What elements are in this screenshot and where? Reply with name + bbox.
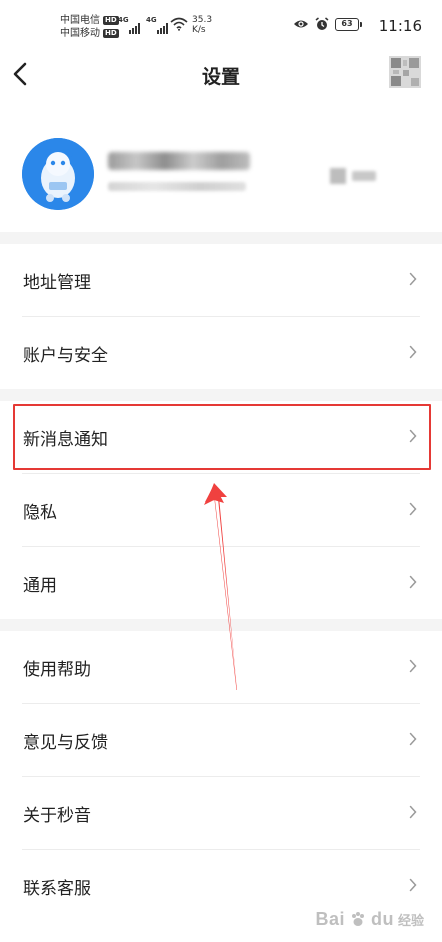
menu-item-help[interactable]: 使用帮助 <box>0 631 442 703</box>
page-title: 设置 <box>201 66 240 88</box>
network-type-1: 4G <box>118 16 129 24</box>
chevron-right-icon <box>409 732 417 746</box>
menu-item-label: 账户与安全 <box>23 346 108 366</box>
menu-item-label: 隐私 <box>23 503 57 523</box>
wifi-icon <box>170 17 188 31</box>
menu-item-label: 通用 <box>23 576 57 596</box>
alarm-icon <box>315 17 329 30</box>
menu-item-address[interactable]: 地址管理 <box>0 244 442 316</box>
section-divider <box>0 619 442 631</box>
menu-item-label: 使用帮助 <box>23 660 91 680</box>
system-icons: 63 <box>293 17 362 31</box>
edit-icon <box>330 168 346 184</box>
battery-level: 63 <box>335 17 359 31</box>
menu-item-about[interactable]: 关于秒音 <box>0 777 442 849</box>
paw-icon <box>351 911 364 926</box>
carrier-info: 中国电信 HD 中国移动 HD <box>60 14 119 40</box>
chevron-right-icon <box>409 659 417 673</box>
watermark-brand: Bai <box>315 909 345 929</box>
menu-item-label: 关于秒音 <box>23 806 91 826</box>
hd-badge: HD <box>103 29 119 38</box>
watermark-brand-suffix: du <box>370 909 394 929</box>
nav-bar: 设置 <box>0 52 442 98</box>
menu-item-label: 地址管理 <box>23 273 91 293</box>
battery-icon: 63 <box>335 17 362 31</box>
signal-icon: 4G <box>118 16 140 34</box>
profile-edit-redacted[interactable] <box>330 168 378 184</box>
status-bar: 中国电信 HD 中国移动 HD 4G 4G 35.3 K/s 63 11:16 <box>0 0 442 52</box>
profile-card[interactable] <box>0 120 442 232</box>
menu-item-privacy[interactable]: 隐私 <box>0 474 442 546</box>
menu-item-label: 联系客服 <box>23 879 91 899</box>
signal-indicators: 4G 4G <box>118 16 168 34</box>
hd-badge: HD <box>103 16 119 25</box>
chevron-right-icon <box>409 805 417 819</box>
menu-item-label: 新消息通知 <box>23 430 108 450</box>
signal-icon: 4G <box>146 16 168 34</box>
avatar[interactable] <box>22 138 94 210</box>
chevron-right-icon <box>409 502 417 516</box>
section-divider <box>0 232 442 244</box>
user-id-redacted <box>108 182 246 191</box>
menu-item-label: 意见与反馈 <box>23 733 108 753</box>
qr-code-icon[interactable] <box>389 56 421 88</box>
watermark: Bai du 经验 <box>315 909 424 930</box>
clock: 11:16 <box>378 17 422 35</box>
menu-item-new-message-notification[interactable]: 新消息通知 <box>0 401 442 473</box>
watermark-sub: 经验 <box>397 914 424 929</box>
net-speed-unit: K/s <box>192 25 206 35</box>
net-speed: 35.3 K/s <box>192 15 212 35</box>
menu-item-account-security[interactable]: 账户与安全 <box>0 317 442 389</box>
chevron-right-icon <box>409 878 417 892</box>
chevron-right-icon <box>409 429 417 443</box>
username-redacted <box>108 152 250 170</box>
carrier-1-label: 中国电信 <box>60 15 100 26</box>
menu-item-feedback[interactable]: 意见与反馈 <box>0 704 442 776</box>
net-speed-value: 35.3 <box>192 15 213 25</box>
menu-item-general[interactable]: 通用 <box>0 547 442 619</box>
eye-icon <box>294 20 308 28</box>
chevron-right-icon <box>409 345 417 359</box>
network-type-2: 4G <box>146 16 157 24</box>
chevron-right-icon <box>409 272 417 286</box>
carrier-2-label: 中国移动 <box>60 28 100 39</box>
chevron-right-icon <box>409 575 417 589</box>
section-divider <box>0 389 442 401</box>
